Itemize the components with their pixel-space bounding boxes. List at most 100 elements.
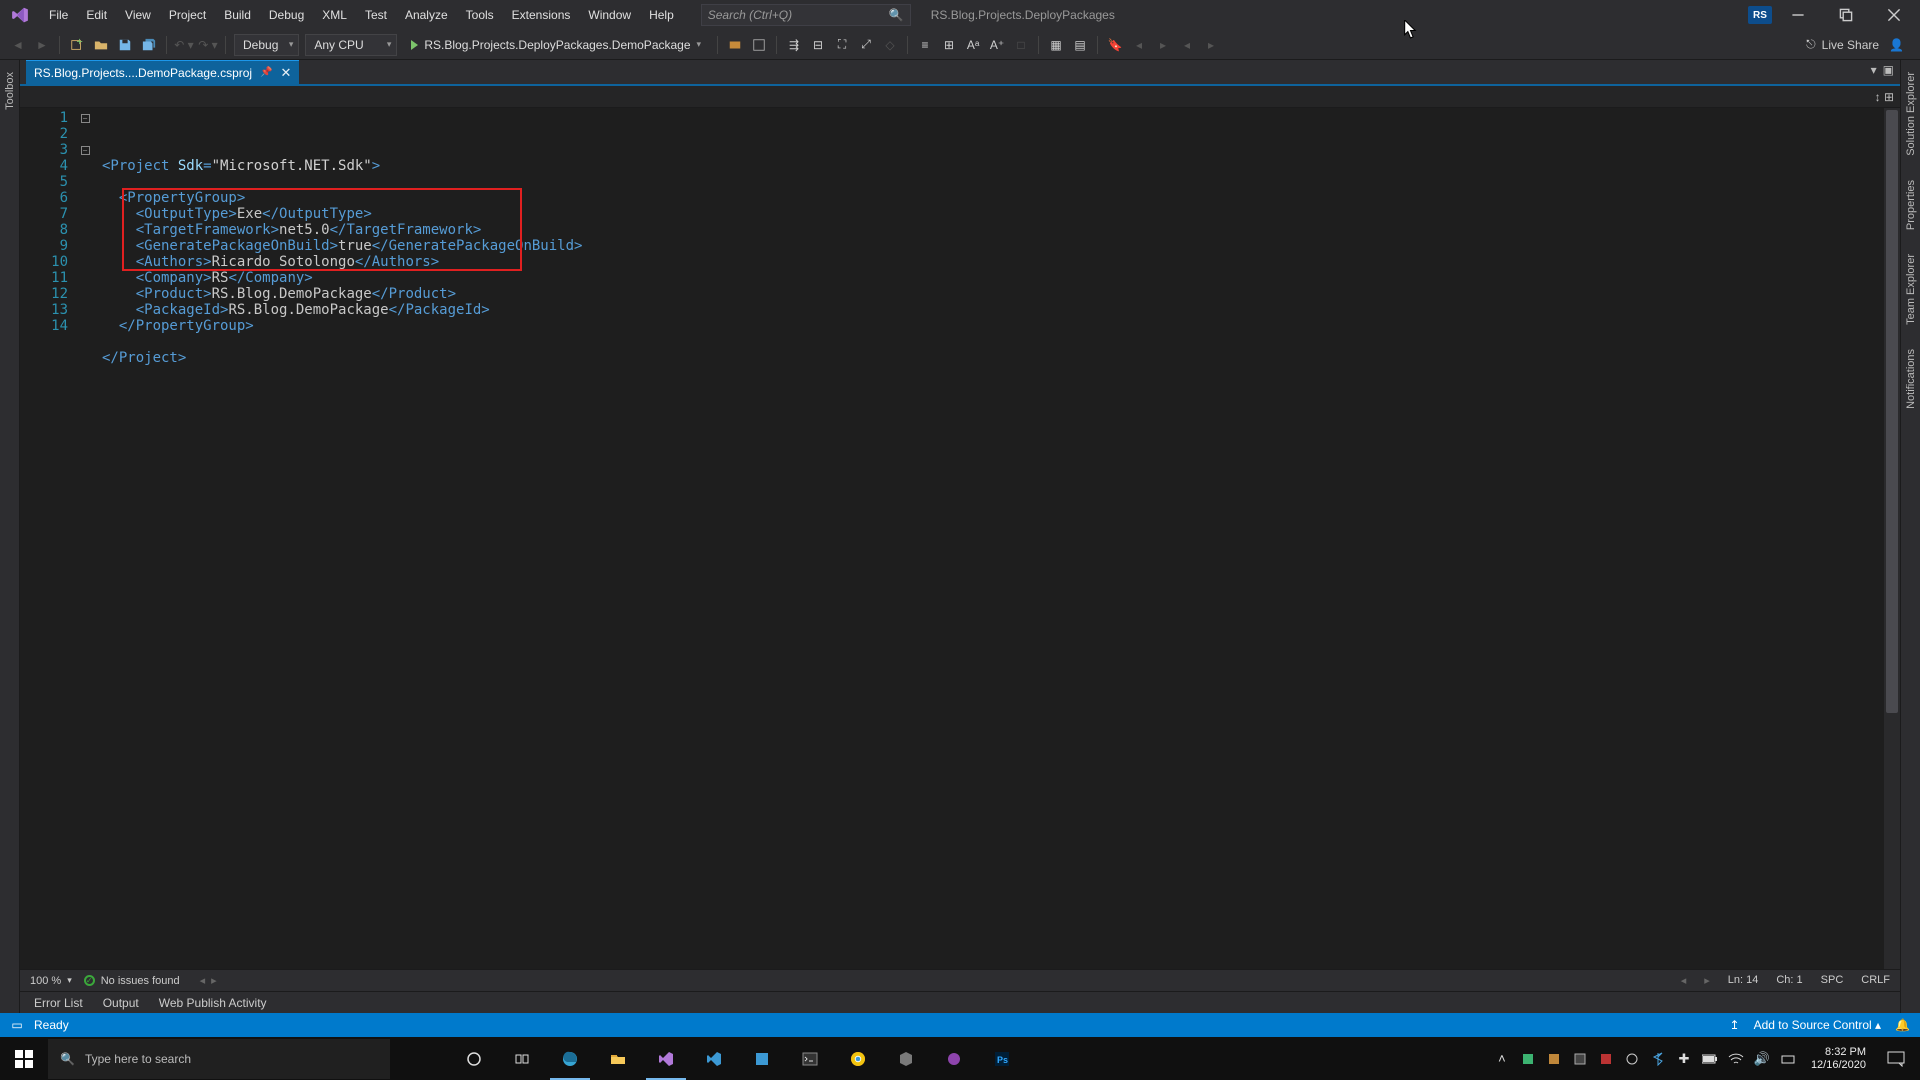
solution-config-dropdown[interactable]: Debug bbox=[234, 34, 299, 56]
menu-tools[interactable]: Tools bbox=[457, 0, 503, 30]
maximize-button[interactable] bbox=[1824, 1, 1868, 29]
add-to-source-control-button[interactable]: Add to Source Control ▴ bbox=[1754, 1018, 1881, 1032]
taskbar-search[interactable]: 🔍 Type here to search bbox=[48, 1039, 390, 1079]
taskbar-app-terminal[interactable] bbox=[786, 1037, 834, 1080]
issues-indicator[interactable]: ✓ No issues found bbox=[84, 975, 180, 987]
issues-nav-left[interactable]: ◂ bbox=[200, 974, 206, 987]
tray-input-icon[interactable] bbox=[1775, 1037, 1801, 1080]
taskbar-app-photoshop[interactable]: Ps bbox=[978, 1037, 1026, 1080]
action-center-icon[interactable] bbox=[1876, 1037, 1916, 1080]
tray-battery-icon[interactable] bbox=[1697, 1037, 1723, 1080]
toolbar-button-12[interactable]: ▤ bbox=[1069, 34, 1091, 56]
tray-icon-5[interactable] bbox=[1619, 1037, 1645, 1080]
tray-icon-4[interactable] bbox=[1593, 1037, 1619, 1080]
save-button[interactable] bbox=[114, 34, 136, 56]
notifications-bell-icon[interactable]: 🔔 bbox=[1895, 1018, 1910, 1032]
toolbar-button-4[interactable]: ⊟ bbox=[807, 34, 829, 56]
save-all-button[interactable] bbox=[138, 34, 160, 56]
toolbar-button-6[interactable]: ⤢ bbox=[855, 34, 877, 56]
toolbar-button-13[interactable]: ◂ bbox=[1176, 34, 1198, 56]
line-ending-label[interactable]: CRLF bbox=[1861, 974, 1890, 987]
tab-overflow-icon[interactable]: ▾ bbox=[1871, 63, 1877, 77]
tab-close-icon[interactable]: ✕ bbox=[281, 65, 292, 81]
right-well-notifications[interactable]: Notifications bbox=[1903, 343, 1919, 415]
toolbar-button-11[interactable]: ▦ bbox=[1045, 34, 1067, 56]
toolbar-button-8[interactable]: Aᵃ bbox=[962, 34, 984, 56]
toolbar-button-2[interactable] bbox=[748, 34, 770, 56]
right-well-solution-explorer[interactable]: Solution Explorer bbox=[1903, 66, 1919, 162]
solution-platform-dropdown[interactable]: Any CPU bbox=[305, 34, 397, 56]
prev-bookmark-button[interactable]: ◂ bbox=[1128, 34, 1150, 56]
toolbox-tab[interactable]: Toolbox bbox=[2, 66, 18, 116]
tray-clock[interactable]: 8:32 PM 12/16/2020 bbox=[1801, 1046, 1876, 1072]
quick-launch-search[interactable]: Search (Ctrl+Q) 🔍 bbox=[701, 4, 911, 26]
right-well-properties[interactable]: Properties bbox=[1903, 174, 1919, 236]
comment-button[interactable]: ≡ bbox=[914, 34, 936, 56]
tab-window-icon[interactable]: ▣ bbox=[1883, 63, 1894, 77]
tray-overflow-icon[interactable]: ˄ bbox=[1489, 1037, 1515, 1080]
menu-extensions[interactable]: Extensions bbox=[503, 0, 580, 30]
taskbar-app-3[interactable] bbox=[930, 1037, 978, 1080]
user-badge[interactable]: RS bbox=[1748, 6, 1772, 24]
start-button[interactable] bbox=[0, 1037, 48, 1080]
menu-file[interactable]: File bbox=[40, 0, 77, 30]
toolbar-button-7[interactable]: ◇ bbox=[879, 34, 901, 56]
live-share-button[interactable]: ⎋ Live Share bbox=[1806, 37, 1879, 52]
bookmark-button[interactable]: 🔖 bbox=[1104, 34, 1126, 56]
source-control-publish-icon[interactable]: ↥ bbox=[1730, 1018, 1740, 1032]
undo-button[interactable]: ↶ ▾ bbox=[173, 34, 195, 56]
menu-build[interactable]: Build bbox=[215, 0, 260, 30]
menu-window[interactable]: Window bbox=[579, 0, 640, 30]
taskbar-app-vscode[interactable] bbox=[690, 1037, 738, 1080]
menu-test[interactable]: Test bbox=[356, 0, 396, 30]
minimize-button[interactable] bbox=[1776, 1, 1820, 29]
menu-edit[interactable]: Edit bbox=[77, 0, 116, 30]
pin-icon[interactable]: 📌 bbox=[260, 67, 272, 78]
nav-back-button[interactable]: ◄ bbox=[7, 34, 29, 56]
redo-button[interactable]: ↷ ▾ bbox=[197, 34, 219, 56]
uncomment-button[interactable]: ⊞ bbox=[938, 34, 960, 56]
document-tab-active[interactable]: RS.Blog.Projects....DemoPackage.csproj 📌… bbox=[26, 60, 299, 84]
toolbar-button-14[interactable]: ▸ bbox=[1200, 34, 1222, 56]
editor-vertical-scrollbar[interactable] bbox=[1884, 108, 1900, 969]
zoom-control[interactable]: 100 %▾ bbox=[30, 975, 72, 987]
taskbar-app-visual-studio[interactable] bbox=[642, 1037, 690, 1080]
feedback-icon[interactable]: 👤 bbox=[1889, 38, 1904, 52]
tray-icon-6[interactable]: ✚ bbox=[1671, 1037, 1697, 1080]
task-view-icon[interactable] bbox=[498, 1037, 546, 1080]
tray-wifi-icon[interactable] bbox=[1723, 1037, 1749, 1080]
bottom-tab-web-publish-activity[interactable]: Web Publish Activity bbox=[151, 994, 275, 1012]
caret-nav-left[interactable]: ◂ bbox=[1681, 974, 1687, 987]
toolbar-button-9[interactable]: A⁺ bbox=[986, 34, 1008, 56]
menu-xml[interactable]: XML bbox=[313, 0, 356, 30]
tray-bluetooth-icon[interactable] bbox=[1645, 1037, 1671, 1080]
nav-forward-button[interactable]: ► bbox=[31, 34, 53, 56]
issues-nav-right[interactable]: ▸ bbox=[211, 974, 217, 987]
split-editor-icon[interactable]: ↕ ⊞ bbox=[1875, 90, 1894, 104]
menu-analyze[interactable]: Analyze bbox=[396, 0, 457, 30]
taskbar-app-edge[interactable] bbox=[546, 1037, 594, 1080]
code-surface[interactable]: <Project Sdk="Microsoft.NET.Sdk"> <Prope… bbox=[92, 108, 1900, 969]
caret-nav-right[interactable]: ▸ bbox=[1704, 974, 1710, 987]
toolbar-button-1[interactable] bbox=[724, 34, 746, 56]
fold-column[interactable]: −− bbox=[78, 108, 92, 969]
tray-icon-3[interactable] bbox=[1567, 1037, 1593, 1080]
toolbar-button-3[interactable]: ⇶ bbox=[783, 34, 805, 56]
taskbar-app-2[interactable] bbox=[882, 1037, 930, 1080]
new-project-button[interactable] bbox=[66, 34, 88, 56]
taskbar-app-chrome[interactable] bbox=[834, 1037, 882, 1080]
start-debugging-button[interactable]: RS.Blog.Projects.DeployPackages.DemoPack… bbox=[403, 34, 709, 56]
whitespace-label[interactable]: SPC bbox=[1821, 974, 1844, 987]
open-file-button[interactable] bbox=[90, 34, 112, 56]
menu-help[interactable]: Help bbox=[640, 0, 683, 30]
cortana-icon[interactable] bbox=[450, 1037, 498, 1080]
tray-icon-1[interactable] bbox=[1515, 1037, 1541, 1080]
toolbar-button-5[interactable]: ⛶ bbox=[831, 34, 853, 56]
right-well-team-explorer[interactable]: Team Explorer bbox=[1903, 248, 1919, 331]
code-editor[interactable]: 1234567891011121314 −− <Project Sdk="Mic… bbox=[20, 108, 1900, 969]
next-bookmark-button[interactable]: ▸ bbox=[1152, 34, 1174, 56]
bottom-tab-output[interactable]: Output bbox=[95, 994, 147, 1012]
tray-icon-2[interactable] bbox=[1541, 1037, 1567, 1080]
menu-view[interactable]: View bbox=[116, 0, 160, 30]
menu-project[interactable]: Project bbox=[160, 0, 215, 30]
